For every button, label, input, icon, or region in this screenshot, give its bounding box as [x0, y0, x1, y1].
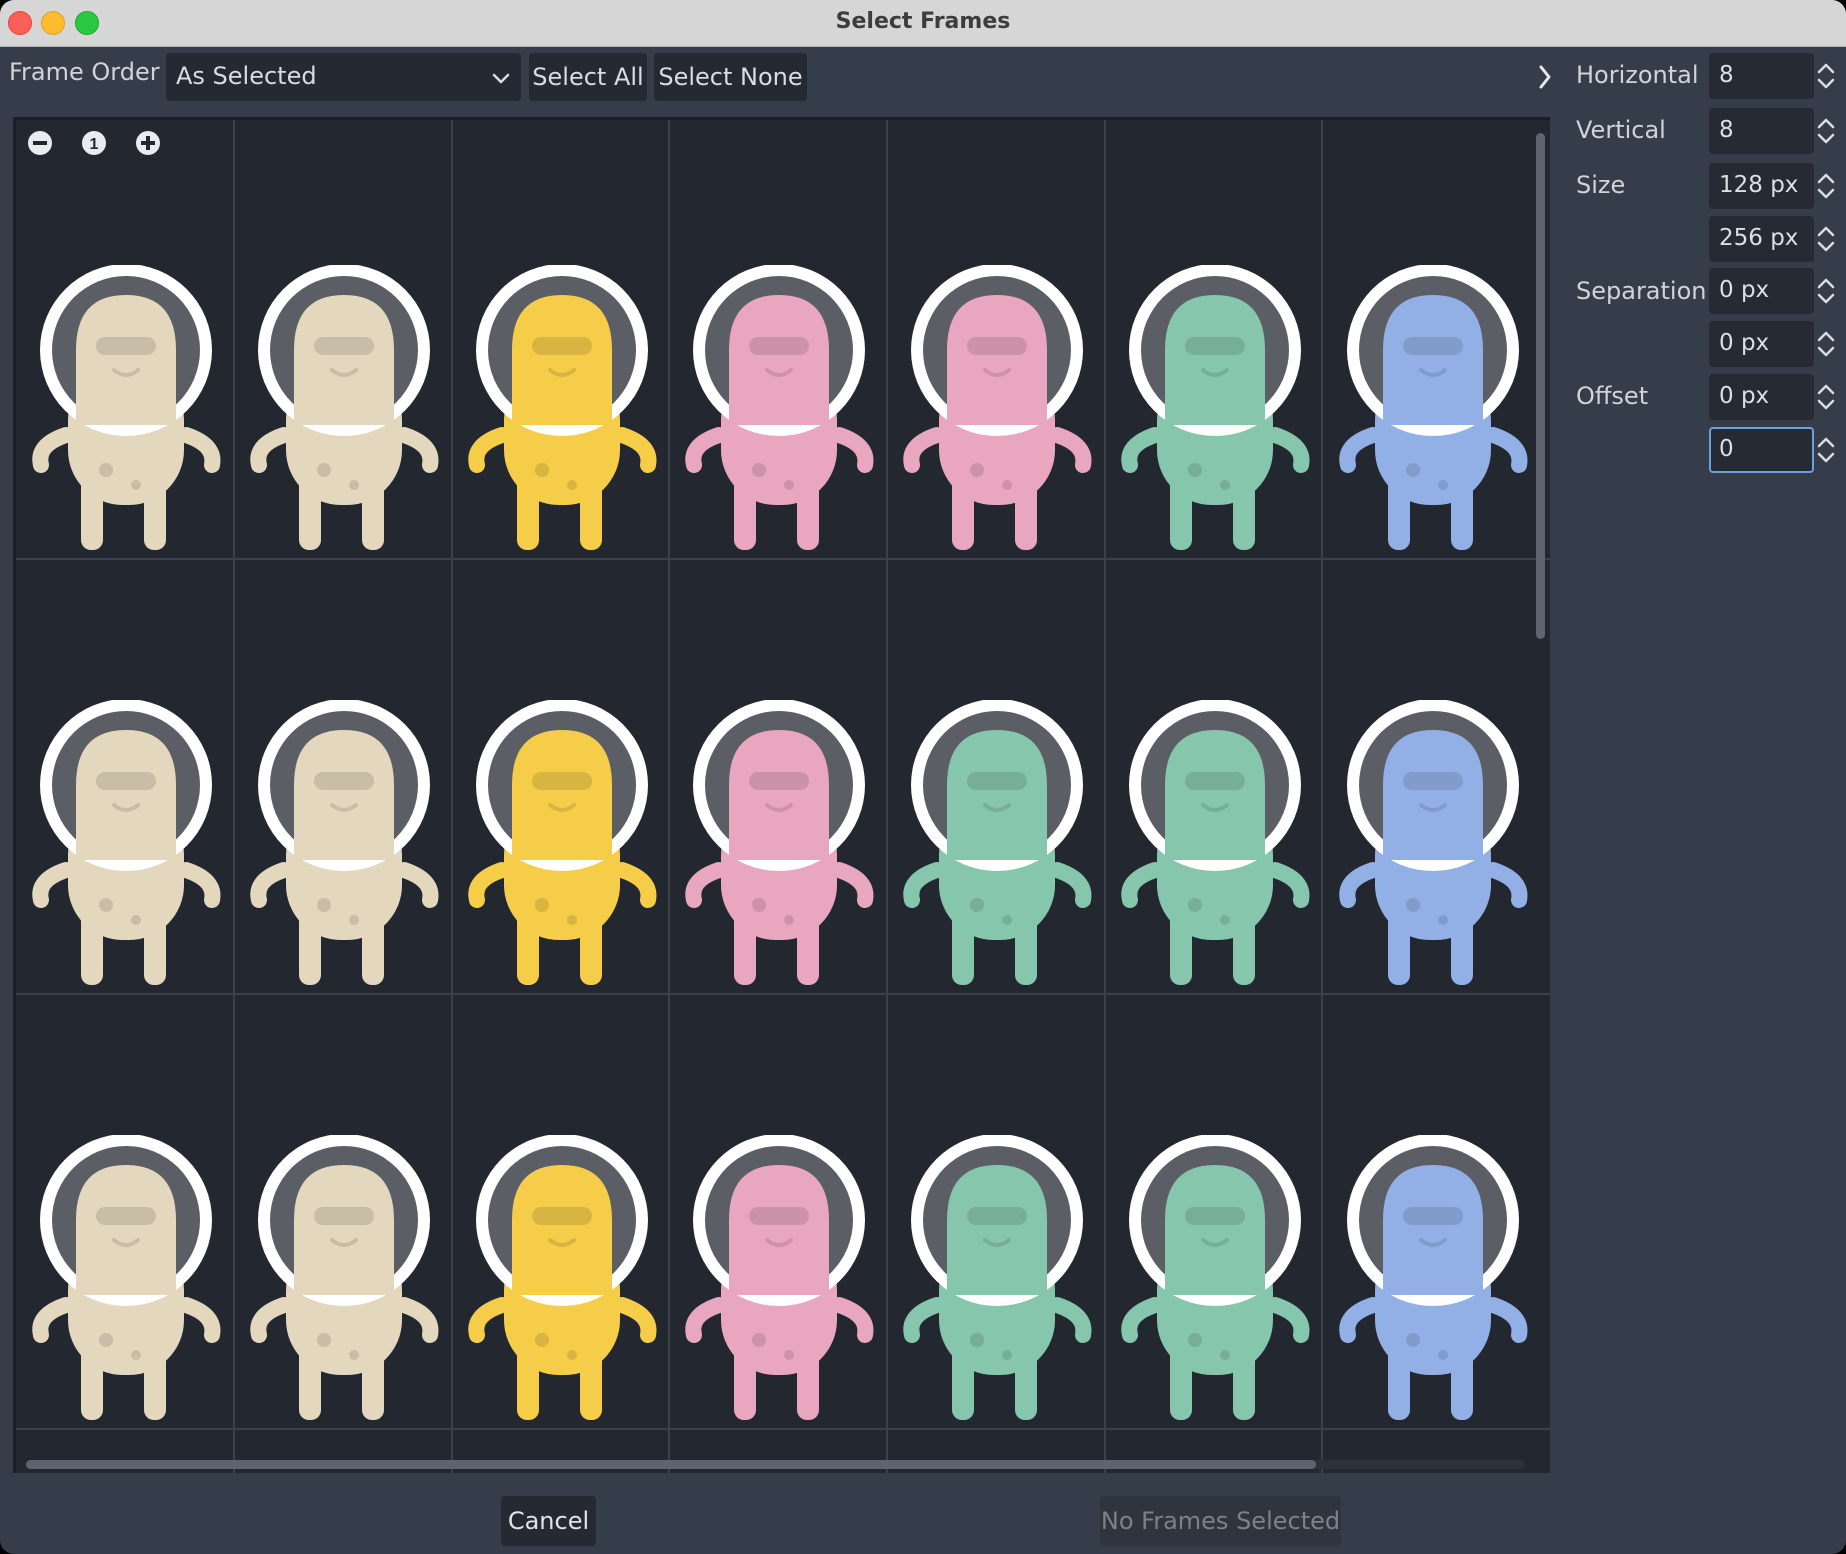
spin-arrows-icon[interactable] [1815, 59, 1837, 93]
grid-line [1104, 120, 1106, 1473]
offset-y-value: 0 [1719, 436, 1734, 462]
zoom-reset-icon[interactable]: 1 [80, 129, 108, 157]
vertical-label: Vertical [1576, 116, 1666, 144]
offset-x-value: 0 px [1719, 383, 1770, 409]
spin-arrows-icon[interactable] [1815, 114, 1837, 148]
separation-label: Separation [1576, 277, 1707, 305]
vertical-scrollbar-thumb[interactable] [1536, 133, 1545, 639]
sprite-frame-cream-alien[interactable] [244, 1135, 444, 1425]
sprite-frame-cream-alien[interactable] [26, 265, 226, 555]
select-none-button[interactable]: Select None [654, 53, 807, 101]
size-x-value: 128 px [1719, 172, 1799, 198]
frame-order-select[interactable]: As Selected [166, 53, 521, 101]
spin-arrows-icon[interactable] [1815, 380, 1837, 414]
spin-arrows-icon[interactable] [1815, 274, 1837, 308]
sprite-frame-pink-alien[interactable] [679, 265, 879, 555]
zoom-in-icon[interactable] [134, 129, 162, 157]
zoom-out-icon[interactable] [26, 129, 54, 157]
size-y-value: 256 px [1719, 225, 1799, 251]
horizontal-spinbox[interactable]: 8 [1709, 53, 1814, 99]
select-all-button[interactable]: Select All [529, 53, 647, 101]
horizontal-scrollbar-thumb[interactable] [26, 1460, 1316, 1469]
sprite-frame-cream-alien[interactable] [244, 265, 444, 555]
grid-line [668, 120, 670, 1473]
sprite-frame-yellow-alien[interactable] [462, 1135, 662, 1425]
spin-arrows-icon[interactable] [1815, 327, 1837, 361]
sprite-frame-yellow-alien[interactable] [462, 700, 662, 990]
sprite-frame-green-alien[interactable] [1115, 265, 1315, 555]
title-bar: Select Frames [0, 0, 1846, 47]
sprite-frame-green-alien[interactable] [1115, 1135, 1315, 1425]
chevron-down-icon [492, 73, 510, 84]
spin-arrows-icon[interactable] [1815, 433, 1837, 467]
frame-order-value: As Selected [176, 62, 317, 90]
grid-line [16, 558, 1550, 560]
frame-order-label: Frame Order [9, 58, 160, 86]
select-frames-dialog: Select Frames Frame Order As Selected Se… [0, 0, 1846, 1554]
offset-label: Offset [1576, 382, 1649, 410]
cancel-button[interactable]: Cancel [501, 1496, 596, 1546]
spin-arrows-icon[interactable] [1815, 169, 1837, 203]
separation-x-value: 0 px [1719, 277, 1770, 303]
sprite-sheet-viewport[interactable]: 1 [13, 117, 1550, 1473]
sprite-frame-pink-alien[interactable] [679, 700, 879, 990]
separation-x-spinbox[interactable]: 0 px [1709, 268, 1814, 314]
horizontal-label: Horizontal [1576, 61, 1699, 89]
grid-line [886, 120, 888, 1473]
separation-y-value: 0 px [1719, 330, 1770, 356]
grid-line [1321, 120, 1323, 1473]
grid-line [233, 120, 235, 1473]
window-title: Select Frames [835, 9, 1011, 34]
size-label: Size [1576, 171, 1626, 199]
horizontal-value: 8 [1719, 62, 1734, 88]
grid-line [16, 993, 1550, 995]
sprite-frame-pink-alien[interactable] [897, 265, 1097, 555]
sprite-frame-cream-alien[interactable] [244, 700, 444, 990]
sprite-frame-green-alien[interactable] [897, 1135, 1097, 1425]
offset-x-spinbox[interactable]: 0 px [1709, 374, 1814, 420]
vertical-spinbox[interactable]: 8 [1709, 108, 1814, 154]
sprite-frame-blue-alien[interactable] [1333, 265, 1533, 555]
offset-y-spinbox[interactable]: 0 [1709, 427, 1814, 473]
size-x-spinbox[interactable]: 128 px [1709, 163, 1814, 209]
confirm-frames-button[interactable]: No Frames Selected [1100, 1496, 1341, 1546]
sprite-frame-pink-alien[interactable] [679, 1135, 879, 1425]
sprite-frame-cream-alien[interactable] [26, 700, 226, 990]
grid-line [16, 1428, 1550, 1430]
sprite-frame-yellow-alien[interactable] [462, 265, 662, 555]
sprite-frame-green-alien[interactable] [1115, 700, 1315, 990]
size-y-spinbox[interactable]: 256 px [1709, 216, 1814, 262]
sprite-frame-green-alien[interactable] [897, 700, 1097, 990]
collapse-panel-icon[interactable] [1533, 60, 1557, 94]
vertical-value: 8 [1719, 117, 1734, 143]
sprite-frame-blue-alien[interactable] [1333, 700, 1533, 990]
sprite-frame-cream-alien[interactable] [26, 1135, 226, 1425]
svg-text:1: 1 [90, 136, 99, 153]
separation-y-spinbox[interactable]: 0 px [1709, 321, 1814, 367]
grid-line [451, 120, 453, 1473]
sprite-grid[interactable] [16, 120, 1550, 1473]
sprite-frame-blue-alien[interactable] [1333, 1135, 1533, 1425]
spin-arrows-icon[interactable] [1815, 222, 1837, 256]
